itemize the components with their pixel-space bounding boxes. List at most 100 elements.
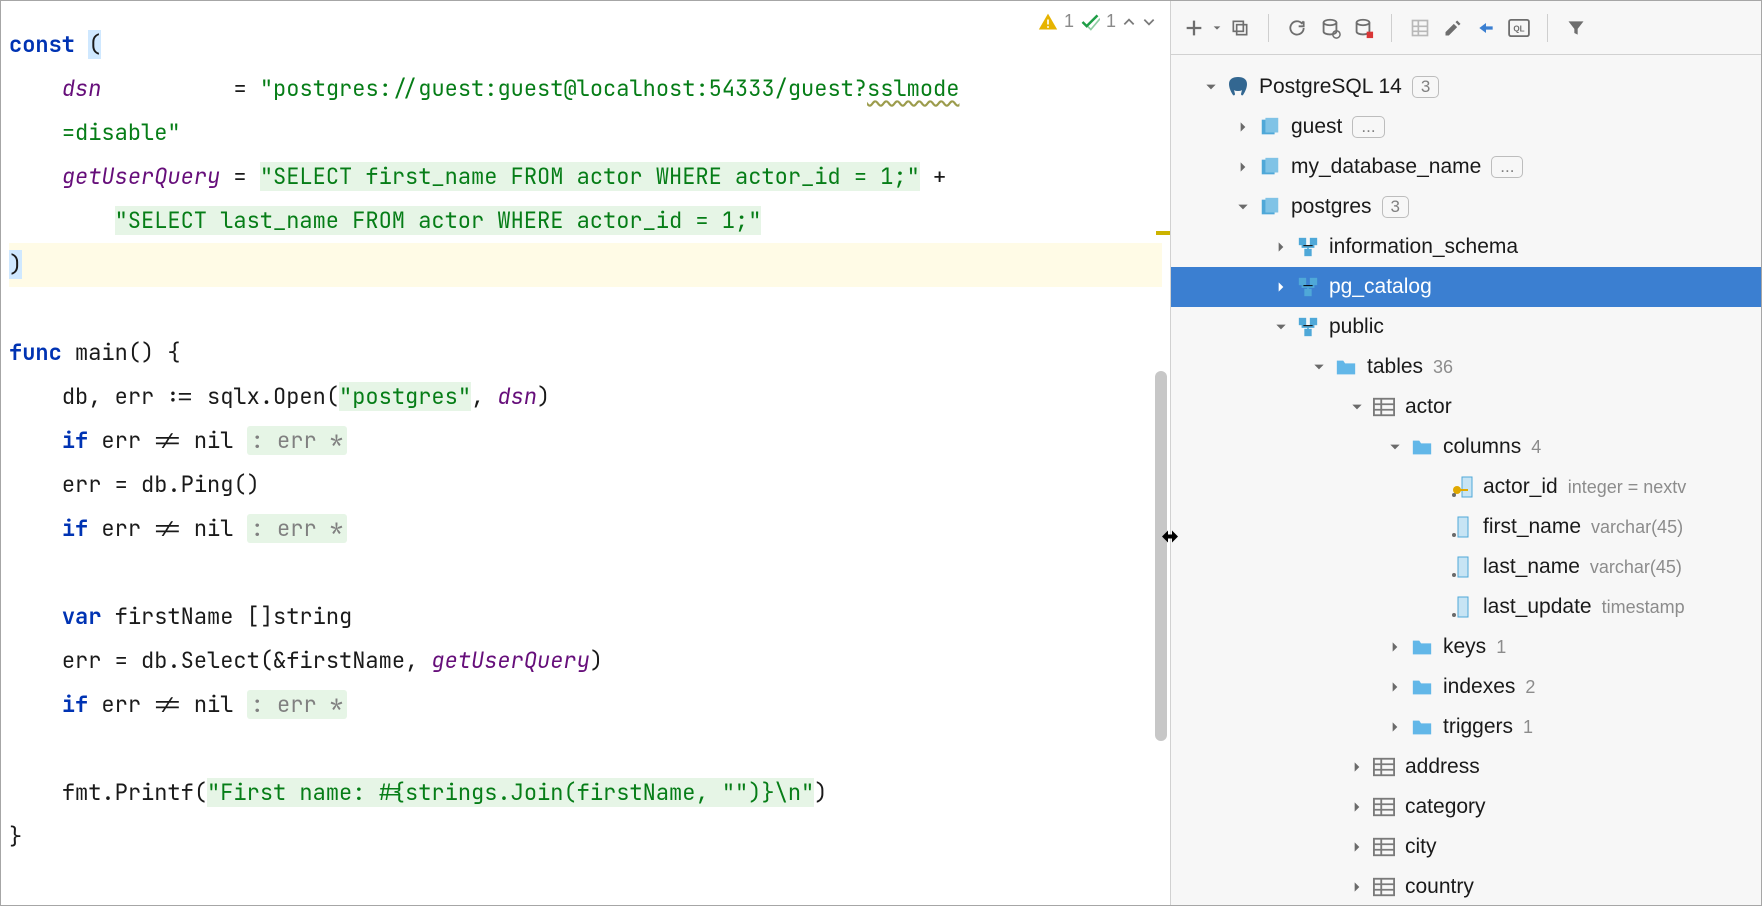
- edit-button[interactable]: [1438, 13, 1468, 43]
- database-tree[interactable]: PostgreSQL 14 3 guest ... my_database_na…: [1171, 55, 1761, 905]
- tree-db-guest[interactable]: guest ...: [1171, 107, 1761, 147]
- tree-label: pg_catalog: [1329, 275, 1432, 299]
- separator: [1547, 14, 1548, 42]
- tree-column-lastname[interactable]: last_name varchar(45): [1171, 547, 1761, 587]
- tree-db-mydb[interactable]: my_database_name ...: [1171, 147, 1761, 187]
- tree-table-city[interactable]: city: [1171, 827, 1761, 867]
- tree-columns-folder[interactable]: columns 4: [1171, 427, 1761, 467]
- tree-label: columns: [1443, 435, 1521, 459]
- column-icon: [1449, 554, 1475, 580]
- database-icon: [1257, 154, 1283, 180]
- tree-triggers-folder[interactable]: triggers 1: [1171, 707, 1761, 747]
- tree-table-address[interactable]: address: [1171, 747, 1761, 787]
- jump-button[interactable]: [1471, 13, 1501, 43]
- code-printf-a: fmt.Printf(: [62, 778, 207, 807]
- keyword-if: if: [62, 426, 88, 455]
- chevron-up-icon[interactable]: [1122, 15, 1136, 29]
- chevron-down-icon[interactable]: [1142, 15, 1156, 29]
- chevron-right-icon[interactable]: [1347, 800, 1367, 814]
- chevron-right-icon[interactable]: [1271, 240, 1291, 254]
- tree-schema-public[interactable]: public: [1171, 307, 1761, 347]
- chevron-right-icon[interactable]: [1271, 280, 1291, 294]
- decl-firstname: firstName []string: [115, 602, 353, 631]
- tree-label: city: [1405, 835, 1437, 859]
- folded-hint[interactable]: : err *: [247, 514, 347, 543]
- chevron-right-icon[interactable]: [1385, 680, 1405, 694]
- ellipsis-badge[interactable]: ...: [1352, 116, 1384, 138]
- tree-table-country[interactable]: country: [1171, 867, 1761, 905]
- column-icon: [1449, 514, 1475, 540]
- chevron-right-icon[interactable]: [1347, 840, 1367, 854]
- tree-keys-folder[interactable]: keys 1: [1171, 627, 1761, 667]
- db-refresh-button[interactable]: [1315, 13, 1345, 43]
- string-dsn-a: "postgres://guest:guest@localhost:54333/…: [260, 74, 867, 103]
- tree-label: last_update: [1483, 595, 1592, 619]
- chevron-right-icon[interactable]: [1385, 640, 1405, 654]
- refresh-button[interactable]: [1282, 13, 1312, 43]
- chevron-down-icon[interactable]: [1201, 80, 1221, 94]
- string-sql-a: "SELECT first_name FROM actor WHERE acto…: [260, 162, 920, 191]
- folder-icon: [1409, 634, 1435, 660]
- chevron-right-icon[interactable]: [1233, 120, 1253, 134]
- folded-hint[interactable]: : err *: [247, 426, 347, 455]
- database-icon: [1257, 114, 1283, 140]
- ellipsis-badge[interactable]: ...: [1491, 156, 1523, 178]
- chevron-right-icon[interactable]: [1385, 720, 1405, 734]
- chevron-down-icon[interactable]: [1233, 200, 1253, 214]
- tree-column-lastupdate[interactable]: last_update timestamp: [1171, 587, 1761, 627]
- tree-label: tables: [1367, 355, 1423, 379]
- tree-label: actor: [1405, 395, 1452, 419]
- chevron-right-icon[interactable]: [1233, 160, 1253, 174]
- table-view-button[interactable]: [1405, 13, 1435, 43]
- chevron-down-icon[interactable]: [1385, 440, 1405, 454]
- chevron-down-icon[interactable]: [1347, 400, 1367, 414]
- code-ping: err = db.Ping(): [62, 470, 260, 499]
- column-icon: [1449, 594, 1475, 620]
- tree-schema-pgcatalog[interactable]: pg_catalog: [1171, 267, 1761, 307]
- tree-tables-folder[interactable]: tables 36: [1171, 347, 1761, 387]
- folded-hint[interactable]: : err *: [247, 690, 347, 719]
- table-icon: [1371, 794, 1397, 820]
- chevron-down-icon[interactable]: [1309, 360, 1329, 374]
- copy-button[interactable]: [1225, 13, 1255, 43]
- tree-root[interactable]: PostgreSQL 14 3: [1171, 67, 1761, 107]
- filter-button[interactable]: [1561, 13, 1591, 43]
- tree-column-firstname[interactable]: first_name varchar(45): [1171, 507, 1761, 547]
- string-sql-b: "SELECT last_name FROM actor WHERE actor…: [115, 206, 762, 235]
- folder-icon: [1409, 434, 1435, 460]
- punct-eq: =: [233, 162, 246, 191]
- code-editor[interactable]: 1 1 const ( dsn = "postgres://guest:gues…: [1, 1, 1171, 905]
- tree-label: address: [1405, 755, 1480, 779]
- tree-label: indexes: [1443, 675, 1515, 699]
- tree-indexes-folder[interactable]: indexes 2: [1171, 667, 1761, 707]
- chevron-right-icon[interactable]: [1347, 760, 1367, 774]
- ident-dsn-use: dsn: [497, 382, 537, 411]
- code-area[interactable]: const ( dsn = "postgres://guest:guest@lo…: [1, 1, 1170, 867]
- string-postgres: "postgres": [339, 382, 471, 411]
- inspection-widget[interactable]: 1 1: [1038, 11, 1156, 32]
- gutter-marker[interactable]: [1156, 231, 1170, 235]
- keyword-const: const: [9, 30, 75, 59]
- tree-label: category: [1405, 795, 1486, 819]
- tree-table-category[interactable]: category: [1171, 787, 1761, 827]
- ide-window: 1 1 const ( dsn = "postgres://guest:gues…: [0, 0, 1762, 906]
- tree-label: triggers: [1443, 715, 1513, 739]
- dropdown-icon[interactable]: [1212, 23, 1222, 33]
- keyword-var: var: [62, 602, 102, 631]
- tree-label: country: [1405, 875, 1474, 899]
- string-dsn-b: =disable": [62, 118, 181, 147]
- chevron-down-icon[interactable]: [1271, 320, 1291, 334]
- code-open-e: ): [537, 382, 550, 411]
- chevron-right-icon[interactable]: [1347, 880, 1367, 894]
- tree-table-actor[interactable]: actor: [1171, 387, 1761, 427]
- tree-db-postgres[interactable]: postgres 3: [1171, 187, 1761, 227]
- tree-schema-info[interactable]: information_schema: [1171, 227, 1761, 267]
- add-button[interactable]: [1179, 13, 1209, 43]
- folder-icon: [1333, 354, 1359, 380]
- folder-icon: [1409, 714, 1435, 740]
- panel-splitter[interactable]: [1154, 521, 1186, 560]
- tree-column-actorid[interactable]: actor_id integer = nextv: [1171, 467, 1761, 507]
- paren-open: (: [88, 30, 101, 59]
- db-stop-button[interactable]: [1348, 13, 1378, 43]
- sql-console-button[interactable]: QL: [1504, 13, 1534, 43]
